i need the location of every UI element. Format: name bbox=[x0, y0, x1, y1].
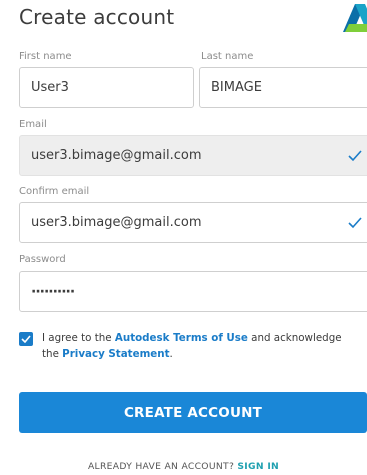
confirm-email-label: Confirm email bbox=[19, 186, 90, 197]
autodesk-logo-icon bbox=[339, 2, 367, 32]
first-name-label: First name bbox=[19, 51, 72, 62]
email-label: Email bbox=[19, 119, 47, 130]
agreement-text: I agree to the Autodesk Terms of Use and… bbox=[42, 330, 360, 362]
checkmark-icon bbox=[348, 149, 362, 161]
agreement-text-after: . bbox=[169, 348, 173, 360]
first-name-field[interactable]: User3 bbox=[19, 67, 194, 108]
signin-row: ALREADY HAVE AN ACCOUNT? SIGN IN bbox=[0, 461, 367, 472]
confirm-email-field[interactable]: user3.bimage@gmail.com bbox=[19, 202, 367, 243]
password-value: ·········· bbox=[31, 283, 75, 300]
checkbox-check-icon bbox=[21, 335, 31, 343]
sign-in-link[interactable]: SIGN IN bbox=[237, 461, 279, 472]
password-field[interactable]: ·········· bbox=[19, 271, 367, 312]
email-value: user3.bimage@gmail.com bbox=[31, 148, 202, 163]
terms-of-use-link[interactable]: Autodesk Terms of Use bbox=[115, 332, 248, 344]
signin-prompt: ALREADY HAVE AN ACCOUNT? bbox=[87, 461, 235, 472]
last-name-label: Last name bbox=[201, 51, 254, 62]
first-name-value: User3 bbox=[31, 80, 69, 95]
last-name-value: BIMAGE bbox=[211, 80, 262, 95]
last-name-field[interactable]: BIMAGE bbox=[199, 67, 367, 108]
page-title: Create account bbox=[19, 5, 175, 29]
privacy-statement-link[interactable]: Privacy Statement bbox=[62, 348, 169, 360]
agree-checkbox[interactable] bbox=[19, 332, 33, 346]
checkmark-icon bbox=[348, 216, 362, 228]
email-field[interactable]: user3.bimage@gmail.com bbox=[19, 135, 367, 176]
create-account-button[interactable]: CREATE ACCOUNT bbox=[19, 392, 367, 433]
confirm-email-value: user3.bimage@gmail.com bbox=[31, 215, 202, 230]
agreement-text-before: I agree to the bbox=[42, 332, 115, 344]
password-label: Password bbox=[19, 254, 66, 265]
